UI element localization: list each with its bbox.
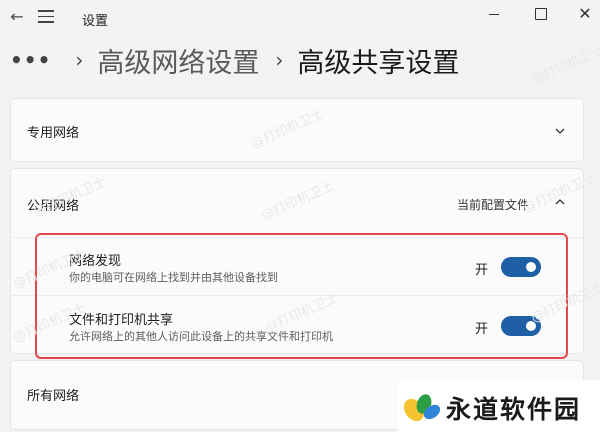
brand-name: 永道软件园 — [446, 395, 582, 424]
title-bar: ← 设置 ✕ — [0, 0, 600, 36]
file-printer-sharing-title: 文件和打印机共享 — [69, 313, 174, 328]
network-discovery-title: 网络发现 — [69, 254, 122, 269]
chevron-up-icon[interactable] — [555, 197, 565, 207]
breadcrumb-separator-icon: › — [75, 48, 84, 72]
maximize-button[interactable] — [527, 2, 555, 26]
minimize-button[interactable] — [480, 2, 508, 26]
network-discovery-desc: 你的电脑可在网络上找到并由其他设备找到 — [69, 271, 278, 284]
brand-logo: 永道软件园 — [398, 380, 600, 432]
leaf-logo-icon — [403, 394, 441, 422]
file-printer-sharing-desc: 允许网络上的其他人访问此设备上的共享文件和打印机 — [69, 330, 333, 343]
back-arrow-icon[interactable]: ← — [6, 6, 28, 28]
close-icon: ✕ — [578, 4, 592, 23]
toggle-knob — [526, 262, 536, 272]
hamburger-menu-icon[interactable] — [38, 10, 54, 24]
minimize-icon — [489, 14, 499, 15]
breadcrumb-parent-link[interactable]: 高级网络设置 — [97, 41, 259, 80]
page-title: 高级共享设置 — [297, 47, 460, 79]
current-profile-label: 当前配置文件 — [457, 198, 530, 212]
watermark: @打印机卫士 — [529, 42, 600, 89]
file-printer-sharing-state: 开 — [475, 322, 489, 337]
divider — [11, 295, 583, 296]
breadcrumb-separator-icon: › — [275, 48, 284, 72]
public-network-label: 公用网络 — [27, 199, 80, 214]
chevron-down-icon[interactable] — [555, 126, 565, 136]
network-discovery-toggle[interactable] — [501, 257, 541, 277]
private-network-section[interactable]: 专用网络 — [10, 98, 584, 162]
public-network-section: 公用网络 当前配置文件 网络发现 你的电脑可在网络上找到并由其他设备找到 开 文… — [10, 168, 584, 354]
divider — [11, 237, 583, 238]
toggle-knob — [526, 321, 536, 331]
network-discovery-state: 开 — [475, 263, 489, 278]
all-networks-label: 所有网络 — [27, 389, 80, 404]
file-printer-sharing-toggle[interactable] — [501, 316, 541, 336]
breadcrumb-more-button[interactable]: ••• — [10, 48, 51, 72]
breadcrumb: ••• › 高级网络设置 › 高级共享设置 — [10, 40, 459, 80]
maximize-icon — [535, 8, 547, 20]
window-title: 设置 — [82, 14, 109, 29]
private-network-label: 专用网络 — [27, 126, 80, 141]
close-button[interactable]: ✕ — [571, 2, 599, 26]
